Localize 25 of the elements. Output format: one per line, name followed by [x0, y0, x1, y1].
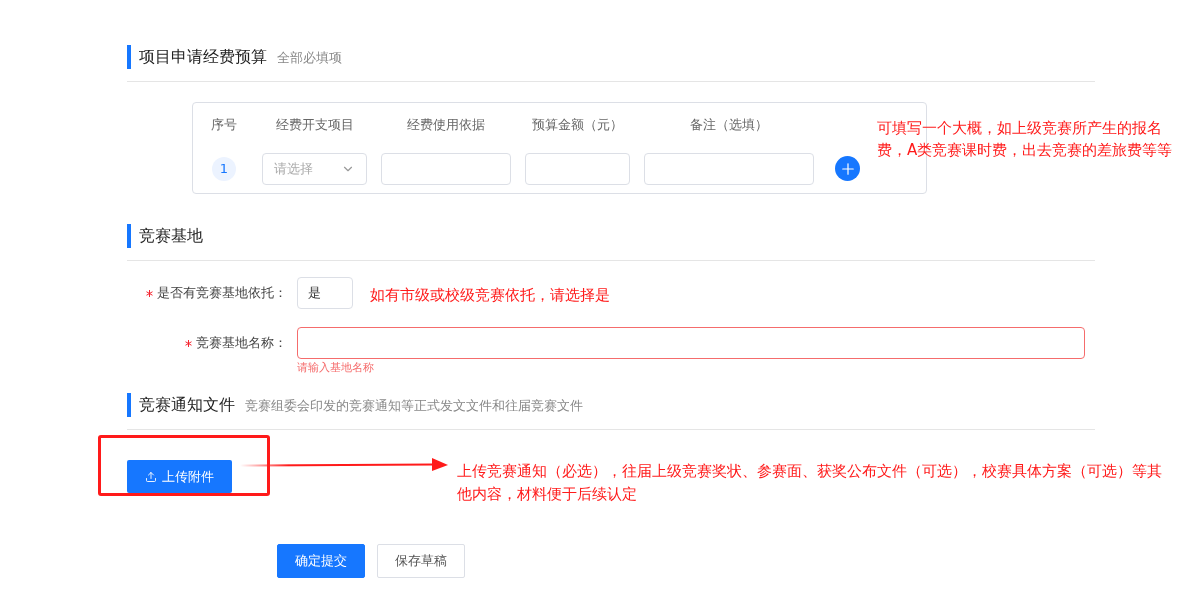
- section-title: 竞赛基地: [139, 228, 203, 244]
- error-message: 请输入基地名称: [297, 361, 375, 375]
- column-header: 经费开支项目: [275, 116, 354, 134]
- annotation-text: 如有市级或校级竞赛依托，请选择是: [370, 285, 610, 306]
- annotation-text: 可填写一个大概，如上级竞赛所产生的报名费，A类竞赛课时费，出去竞赛的差旅费等等: [877, 118, 1174, 161]
- save-draft-button[interactable]: 保存草稿: [377, 544, 465, 578]
- column-header: 备注（选填）: [690, 116, 768, 134]
- select-field[interactable]: 是: [297, 277, 353, 309]
- field-label: 竞赛基地名称：: [196, 334, 287, 353]
- section-subtitle: 全部必填项: [277, 50, 342, 64]
- add-row-button[interactable]: [835, 156, 860, 181]
- section-subtitle: 竞赛组委会印发的竞赛通知等正式发文文件和往届竞赛文件: [245, 398, 583, 412]
- upload-icon: [145, 470, 157, 483]
- upload-button[interactable]: 上传附件: [127, 460, 232, 493]
- input-field[interactable]: [297, 327, 1085, 359]
- field-label: 是否有竞赛基地依托：: [157, 284, 287, 303]
- annotation-text: 上传竞赛通知（必选），往届上级竞赛奖状、参赛面、获奖公布文件（可选），校赛具体方案（可选）等其他内容，材料便于后续认定: [457, 461, 1163, 505]
- submit-button[interactable]: 确定提交: [277, 544, 365, 578]
- section-title: 项目申请经费预算: [139, 49, 267, 65]
- section-title: 竞赛通知文件: [139, 397, 235, 413]
- expense-select[interactable]: 请选择: [262, 152, 367, 185]
- column-header: 预算金额（元）: [532, 116, 623, 134]
- column-header: 序号: [211, 116, 237, 134]
- row-number: 1: [212, 156, 236, 181]
- column-header: 经费使用依据: [407, 116, 485, 134]
